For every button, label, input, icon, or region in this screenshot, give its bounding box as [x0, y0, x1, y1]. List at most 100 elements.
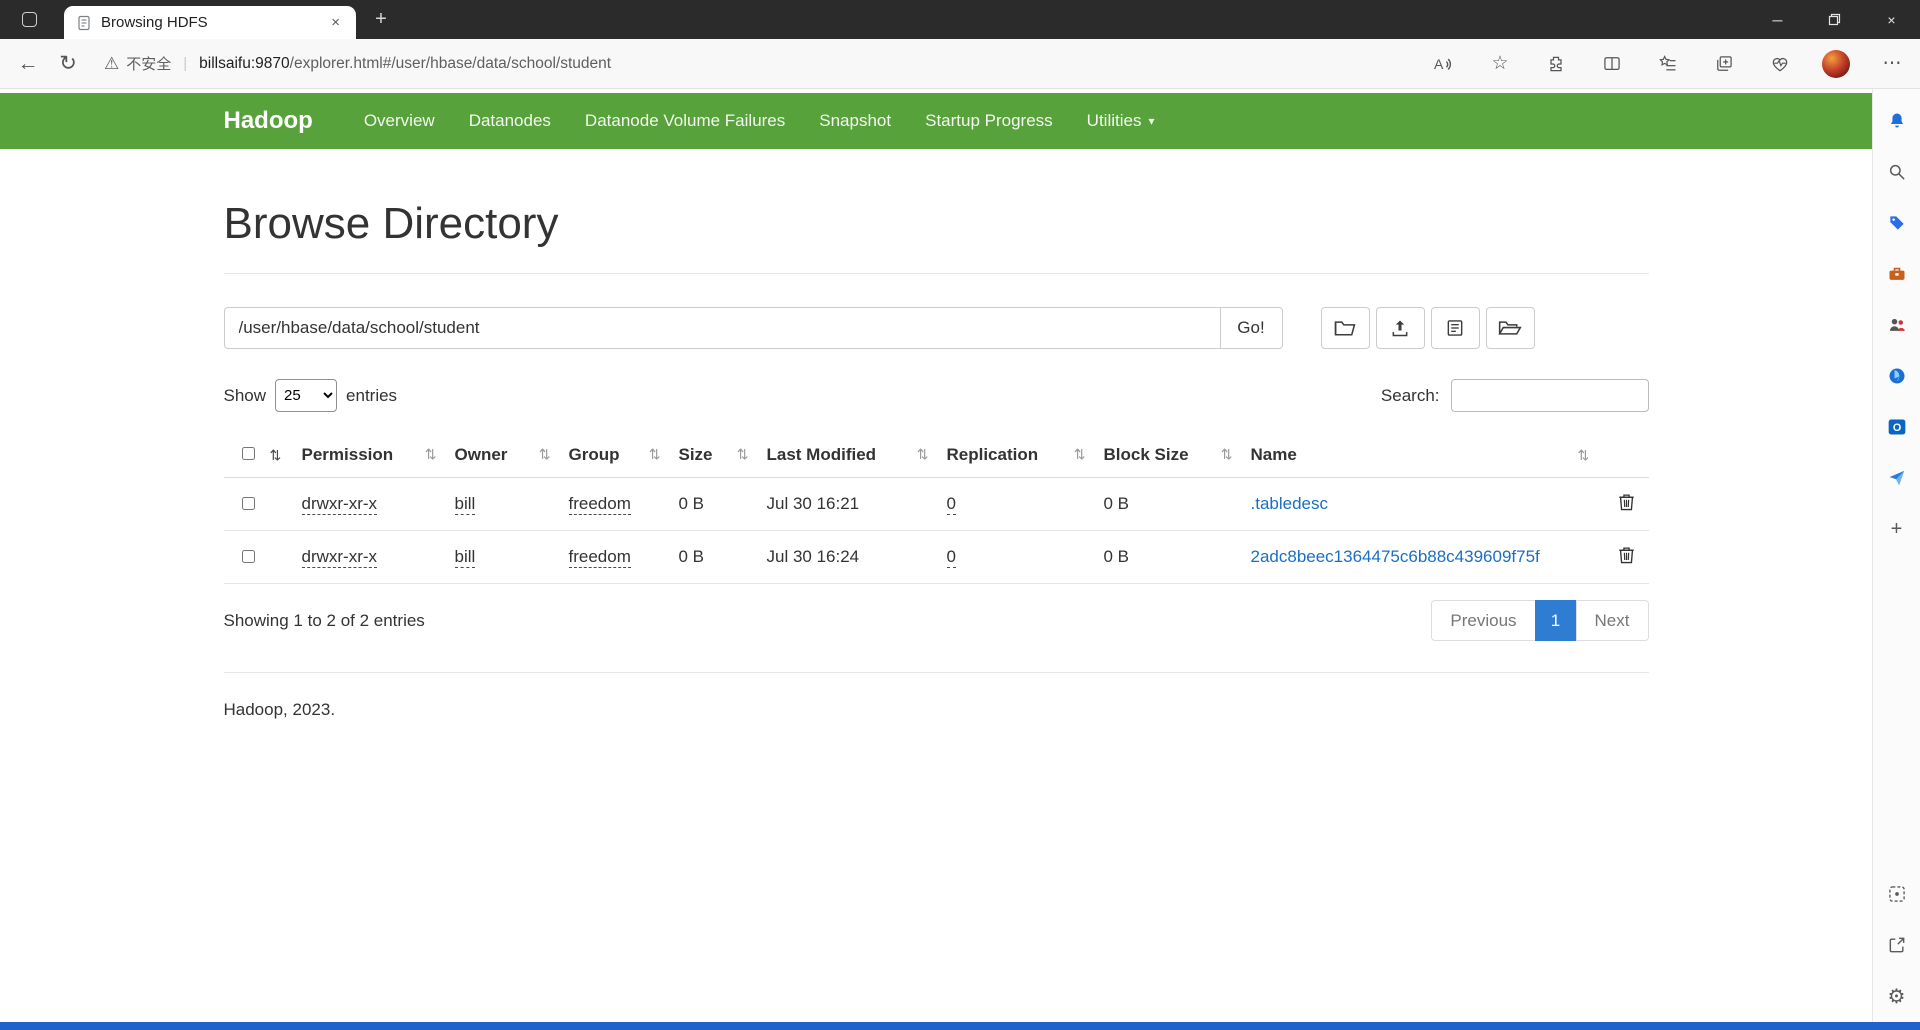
col-replication[interactable]: Replication: [947, 445, 1039, 465]
block-size-value: 0 B: [1103, 547, 1130, 566]
create-directory-button[interactable]: [1320, 307, 1370, 349]
microsoft-bing-icon[interactable]: [1885, 364, 1909, 388]
people-icon[interactable]: [1885, 313, 1909, 337]
col-group[interactable]: Group: [569, 445, 620, 465]
col-size[interactable]: Size: [679, 445, 713, 465]
new-tab-button[interactable]: +: [364, 5, 398, 35]
sort-icon[interactable]: ⇅: [270, 447, 282, 463]
refresh-icon[interactable]: ↻: [48, 45, 88, 83]
browser-toolbar: ← ↻ ⚠ 不安全 | billsaifu:9870/explorer.html…: [0, 39, 1920, 89]
add-sidebar-item-icon[interactable]: +: [1885, 517, 1909, 541]
back-icon[interactable]: ←: [8, 45, 48, 83]
shopping-tag-icon[interactable]: [1885, 211, 1909, 235]
nav-startup-progress[interactable]: Startup Progress: [908, 111, 1070, 131]
move-to-folder-button[interactable]: [1485, 307, 1535, 349]
nav-datanode-volume-failures[interactable]: Datanode Volume Failures: [568, 111, 802, 131]
drop-icon[interactable]: [1885, 466, 1909, 490]
outlook-icon[interactable]: O: [1885, 415, 1909, 439]
replication-value[interactable]: 0: [946, 547, 956, 568]
delete-button[interactable]: [1618, 492, 1635, 511]
sort-icon[interactable]: ⇅: [1074, 446, 1086, 463]
url-host: billsaifu:9870: [199, 54, 290, 72]
favorites-icon[interactable]: [1648, 45, 1688, 83]
screenshot-tool-icon[interactable]: [1885, 882, 1909, 906]
nav-snapshot[interactable]: Snapshot: [802, 111, 908, 131]
col-last-modified[interactable]: Last Modified: [767, 445, 877, 465]
footer-text: Hadoop, 2023.: [223, 700, 336, 719]
minimize-button[interactable]: ─: [1749, 0, 1806, 39]
file-listing-table: ⇅ Permission ⇅ Owner ⇅ Group ⇅ Size ⇅ Last M…: [223, 432, 1649, 584]
tab-close-icon[interactable]: ×: [325, 12, 346, 33]
size-value: 0 B: [678, 547, 705, 566]
sort-icon[interactable]: ⇅: [425, 446, 437, 463]
edge-sidebar: O + ⚙: [1872, 89, 1920, 1022]
pagination: Previous 1 Next: [1431, 600, 1649, 641]
owner-value[interactable]: bill: [454, 494, 476, 515]
nav-overview[interactable]: Overview: [347, 111, 452, 131]
more-menu-icon[interactable]: ⋯: [1872, 45, 1912, 83]
block-size-value: 0 B: [1103, 494, 1130, 513]
hadoop-brand[interactable]: Hadoop: [224, 107, 313, 135]
nav-datanodes[interactable]: Datanodes: [452, 111, 568, 131]
page-1-button[interactable]: 1: [1534, 600, 1577, 641]
permission-value[interactable]: drwxr-xr-x: [301, 547, 378, 568]
permission-value[interactable]: drwxr-xr-x: [301, 494, 378, 515]
restore-button[interactable]: [1806, 0, 1863, 39]
settings-gear-icon[interactable]: ⚙: [1885, 984, 1909, 1008]
upload-file-button[interactable]: [1375, 307, 1425, 349]
go-button[interactable]: Go!: [1219, 307, 1283, 349]
sort-icon[interactable]: ⇅: [917, 446, 929, 463]
previous-page-button[interactable]: Previous: [1431, 600, 1536, 641]
profile-avatar[interactable]: [1816, 45, 1856, 83]
group-value[interactable]: freedom: [568, 494, 631, 515]
entries-select[interactable]: 25: [275, 379, 338, 412]
toolbox-icon[interactable]: [1885, 262, 1909, 286]
sort-icon[interactable]: ⇅: [737, 446, 749, 463]
search-label: Search:: [1380, 385, 1440, 405]
add-favorite-star-icon[interactable]: ☆: [1480, 45, 1520, 83]
delete-button[interactable]: [1618, 545, 1635, 564]
directory-path-input[interactable]: [223, 307, 1220, 349]
col-owner[interactable]: Owner: [455, 445, 508, 465]
browser-essentials-icon[interactable]: [1760, 45, 1800, 83]
table-row: drwxr-xr-x bill freedom 0 B Jul 30 16:24…: [223, 530, 1649, 584]
select-all-checkbox[interactable]: [241, 447, 255, 460]
upload-icon: [1392, 320, 1408, 337]
sort-icon[interactable]: ⇅: [649, 446, 661, 463]
col-name[interactable]: Name: [1251, 445, 1297, 464]
url-path: /explorer.html#/user/hbase/data/school/s…: [289, 54, 612, 72]
file-name-link[interactable]: 2adc8beec1364475c6b88c439609f75f: [1251, 547, 1540, 566]
search-input[interactable]: [1450, 379, 1649, 412]
nav-utilities-dropdown[interactable]: Utilities ▾: [1070, 111, 1172, 131]
file-info-button[interactable]: [1430, 307, 1480, 349]
open-external-icon[interactable]: [1885, 933, 1909, 957]
next-page-button[interactable]: Next: [1575, 600, 1649, 641]
show-label: Show: [223, 385, 267, 405]
trash-icon: [1618, 494, 1634, 511]
col-permission[interactable]: Permission: [302, 445, 394, 465]
notifications-bell-icon[interactable]: [1885, 109, 1909, 133]
row-checkbox[interactable]: [241, 549, 255, 563]
owner-value[interactable]: bill: [454, 547, 476, 568]
browser-tab[interactable]: Browsing HDFS ×: [64, 6, 356, 39]
collections-icon[interactable]: [1704, 45, 1744, 83]
file-name-link[interactable]: .tabledesc: [1251, 494, 1329, 513]
title-divider: [223, 273, 1649, 274]
security-chip[interactable]: ⚠ 不安全: [104, 53, 171, 74]
sort-icon[interactable]: ⇅: [539, 446, 551, 463]
col-block-size[interactable]: Block Size: [1104, 445, 1189, 465]
replication-value[interactable]: 0: [946, 494, 956, 515]
sort-icon[interactable]: ⇅: [1221, 446, 1233, 463]
split-screen-icon[interactable]: [1592, 45, 1632, 83]
group-value[interactable]: freedom: [568, 547, 631, 568]
entries-label: entries: [346, 385, 398, 405]
read-aloud-icon[interactable]: A: [1424, 45, 1464, 83]
address-bar[interactable]: billsaifu:9870/explorer.html#/user/hbase…: [199, 55, 611, 73]
close-window-button[interactable]: ×: [1863, 0, 1920, 39]
sort-icon[interactable]: ⇅: [1578, 447, 1590, 463]
tab-actions-icon[interactable]: [12, 5, 46, 35]
extensions-icon[interactable]: [1536, 45, 1576, 83]
entries-summary: Showing 1 to 2 of 2 entries: [223, 610, 425, 630]
search-icon[interactable]: [1885, 160, 1909, 184]
row-checkbox[interactable]: [241, 496, 255, 510]
